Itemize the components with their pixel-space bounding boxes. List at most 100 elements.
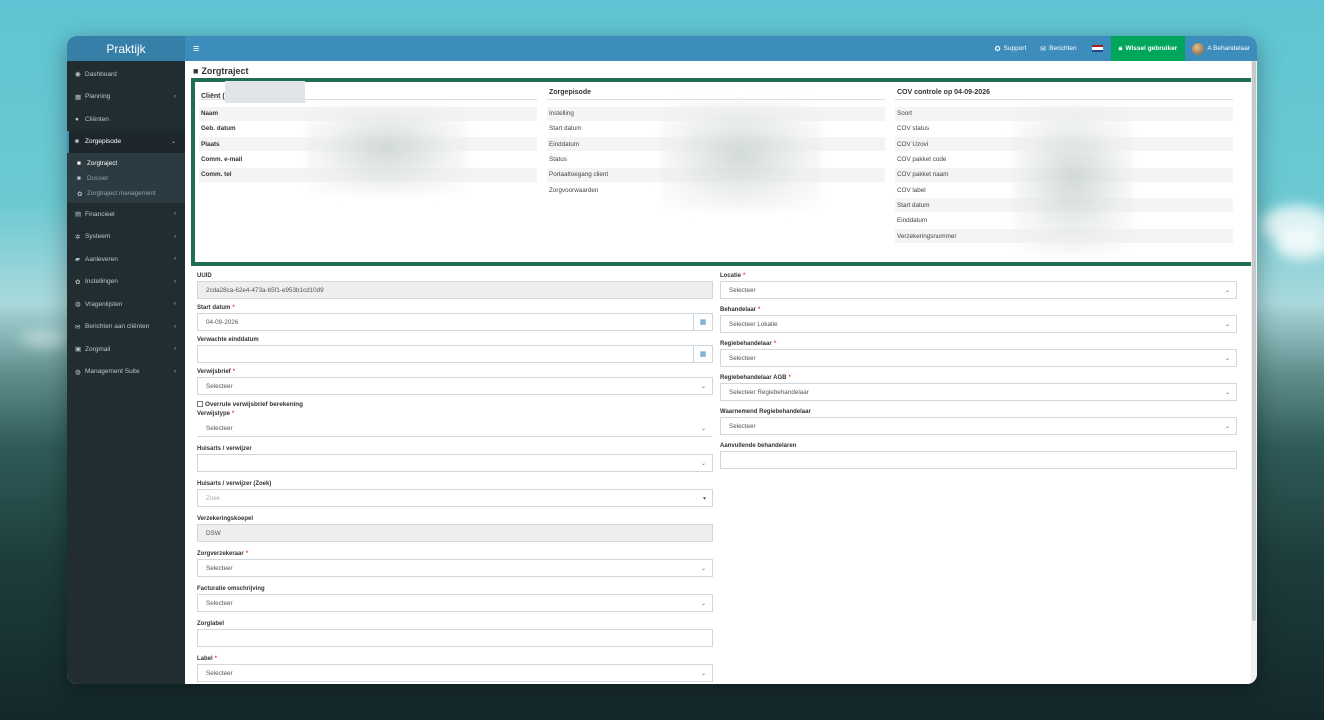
envelope-icon: ✉: [1040, 45, 1047, 53]
expected-end-date-input[interactable]: ▦: [197, 345, 713, 363]
switch-user-button[interactable]: 🔒︎ Wissel gebruiker: [1110, 36, 1186, 61]
brand-logo[interactable]: Praktijk: [67, 36, 185, 61]
chevron-down-icon: ⌄: [700, 383, 706, 390]
gp-search-select[interactable]: Zoek ▾: [197, 489, 713, 507]
sidebar-subitem-zorgtraject-management[interactable]: ✿ Zorgtraject management: [67, 186, 185, 201]
top-navbar: Praktijk ≡ ✪ Support ✉ Berichten 🔒︎ Wiss…: [67, 36, 1257, 61]
chevron-down-icon: ⌄: [700, 670, 706, 677]
calendar-icon[interactable]: ▦: [693, 346, 712, 362]
sidebar-subitem-zorgtraject[interactable]: ■ Zorgtraject: [67, 156, 185, 171]
director-label: Regiebehandelaar *: [720, 341, 777, 347]
messages-link[interactable]: ✉ Berichten: [1033, 36, 1083, 61]
expected-end-date-label: Verwachte einddatum: [197, 337, 259, 343]
sidebar-item-label: Dashboard: [85, 70, 117, 78]
sidebar-item-vragenlijsten[interactable]: ◍ Vragenlijsten ‹: [67, 293, 185, 316]
scrollbar[interactable]: [1251, 61, 1257, 684]
briefcase-icon: ■: [77, 160, 81, 167]
truck-icon: ▰: [75, 256, 80, 264]
director-agb-select[interactable]: Selecteer Regiebehandelaar ⌄: [720, 383, 1237, 401]
start-date-value: 04-09-2026: [206, 318, 239, 326]
acting-director-label: Waarnemend Regiebehandelaar: [720, 409, 811, 415]
user-menu[interactable]: A Behandelaar: [1185, 36, 1257, 61]
uuid-value: 2cda28ca-62e4-473a-b5f1-e953b1cd10d9: [206, 286, 324, 294]
chevron-down-icon: ⌄: [1224, 355, 1230, 362]
redacted-client-values: [307, 104, 467, 194]
language-flag-icon[interactable]: [1091, 45, 1103, 52]
practitioner-select[interactable]: Selecteer Lokatie ⌄: [720, 315, 1237, 333]
acting-director-select[interactable]: Selecteer ⌄: [720, 417, 1237, 435]
sidebar-item-systeem[interactable]: ✲ Systeem ‹: [67, 226, 185, 249]
calendar-icon[interactable]: ▦: [693, 314, 712, 330]
chevron-down-icon: ⌄: [700, 565, 706, 572]
extra-practitioners-input[interactable]: [720, 451, 1237, 469]
chevron-down-icon: ⌄: [700, 425, 706, 432]
sidebar-item-label: Vragenlijsten: [85, 300, 123, 308]
gear-icon: ✿: [77, 190, 83, 198]
globe-icon: ◍: [75, 368, 81, 376]
calendar-icon: ▦: [75, 93, 82, 101]
insurance-group-label: Verzekeringskoepel: [197, 516, 254, 522]
extra-practitioners-label: Aanvullende behandelaren: [720, 443, 797, 449]
care-label-input[interactable]: [197, 629, 713, 647]
override-referral-checkbox-row[interactable]: Overrule verwijsbrief berekening: [197, 399, 713, 409]
director-select[interactable]: Selecteer ⌄: [720, 349, 1237, 367]
sidebar-item-label: Berichten aan cliënten: [85, 323, 150, 331]
sidebar-item-label: Cliënten: [85, 115, 109, 123]
label-select[interactable]: Selecteer ⌄: [197, 664, 713, 682]
gp-select[interactable]: ⌄: [197, 454, 713, 472]
start-date-input[interactable]: 04-09-2026 ▦: [197, 313, 713, 331]
billing-description-select[interactable]: Selecteer ⌄: [197, 594, 713, 612]
referral-select[interactable]: Selecteer ⌄: [197, 377, 713, 395]
sidebar: ◉ Dashboard ▦ Planning ‹ ● Cliënten ■ Zorgepi…: [67, 61, 185, 684]
envelope-icon: ✉: [75, 323, 81, 331]
caret-down-icon: ▾: [702, 495, 706, 502]
director-agb-label: Regiebehandelaar AGB *: [720, 375, 791, 381]
insurer-select[interactable]: Selecteer ⌄: [197, 559, 713, 577]
menu-toggle-icon[interactable]: ≡: [193, 43, 199, 55]
location-select[interactable]: Selecteer ⌄: [720, 281, 1237, 299]
sidebar-item-label: Management Suite: [85, 368, 140, 376]
sidebar-subitem-dossier[interactable]: ■ Dossier: [67, 171, 185, 186]
form-left-column: UUID 2cda28ca-62e4-473a-b5f1-e953b1cd10d…: [197, 271, 713, 684]
dashboard-icon: ◉: [75, 71, 81, 79]
override-referral-checkbox[interactable]: [197, 401, 203, 407]
chevron-down-icon: ⌄: [1224, 389, 1230, 396]
scrollbar-thumb[interactable]: [1252, 61, 1256, 621]
location-label: Locatie *: [720, 273, 746, 279]
sidebar-item-zorgepisode[interactable]: ■ Zorgepisode ⌄: [67, 130, 185, 153]
chevron-down-icon: ⌄: [700, 600, 706, 607]
referral-type-label: Verwijstype *: [197, 411, 235, 417]
gp-label: Huisarts / verwijzer: [197, 446, 252, 452]
sidebar-item-clienten[interactable]: ● Cliënten: [67, 108, 185, 131]
chevron-down-icon: ⌄: [1224, 321, 1230, 328]
client-heading: Cliënt (: [199, 81, 537, 103]
sidebar-item-instellingen[interactable]: ✿ Instellingen ‹: [67, 271, 185, 294]
chevron-down-icon: ⌄: [1224, 423, 1230, 430]
form-right-column: Locatie * Selecteer ⌄ Behandelaar * Selecte…: [720, 271, 1237, 473]
sidebar-item-berichten-aan-clienten[interactable]: ✉ Berichten aan cliënten ‹: [67, 316, 185, 339]
referral-type-select[interactable]: Selecteer ⌄: [197, 419, 713, 437]
sidebar-item-financieel[interactable]: ▤ Financieel ‹: [67, 203, 185, 226]
support-link[interactable]: ✪ Support: [988, 36, 1034, 61]
insurance-group-field: DSW: [197, 524, 713, 542]
sidebar-item-management-suite[interactable]: ◍ Management Suite ‹: [67, 361, 185, 384]
sidebar-item-label: Instellingen: [85, 278, 118, 286]
chevron-left-icon: ‹: [174, 301, 176, 308]
redacted-episode-values: [661, 100, 821, 210]
sidebar-item-aanleveren[interactable]: ▰ Aanleveren ‹: [67, 248, 185, 271]
sidebar-item-label: Zorgtraject management: [87, 190, 156, 197]
app-window: Praktijk ≡ ✪ Support ✉ Berichten 🔒︎ Wiss…: [67, 36, 1257, 684]
gp-search-label: Huisarts / verwijzer (Zoek): [197, 481, 272, 487]
main-content: ■ Zorgtraject Cliënt ( Naam Geb. datum P…: [185, 61, 1255, 684]
redacted-cov-values: [1013, 104, 1133, 254]
override-referral-label: Overrule verwijsbrief berekening: [205, 400, 303, 408]
sidebar-item-planning[interactable]: ▦ Planning ‹: [67, 86, 185, 109]
sidebar-item-dashboard[interactable]: ◉ Dashboard: [67, 63, 185, 86]
sidebar-item-zorgmail[interactable]: ▣ Zorgmail ‹: [67, 338, 185, 361]
sidebar-item-label: Zorgmail: [85, 345, 111, 353]
lock-icon: 🔒︎: [1118, 44, 1123, 52]
cov-heading: COV controle op 04-09-2026: [895, 86, 1233, 100]
chevron-left-icon: ‹: [174, 368, 176, 375]
chevron-down-icon: ⌄: [1224, 287, 1230, 294]
uuid-field: 2cda28ca-62e4-473a-b5f1-e953b1cd10d9: [197, 281, 713, 299]
